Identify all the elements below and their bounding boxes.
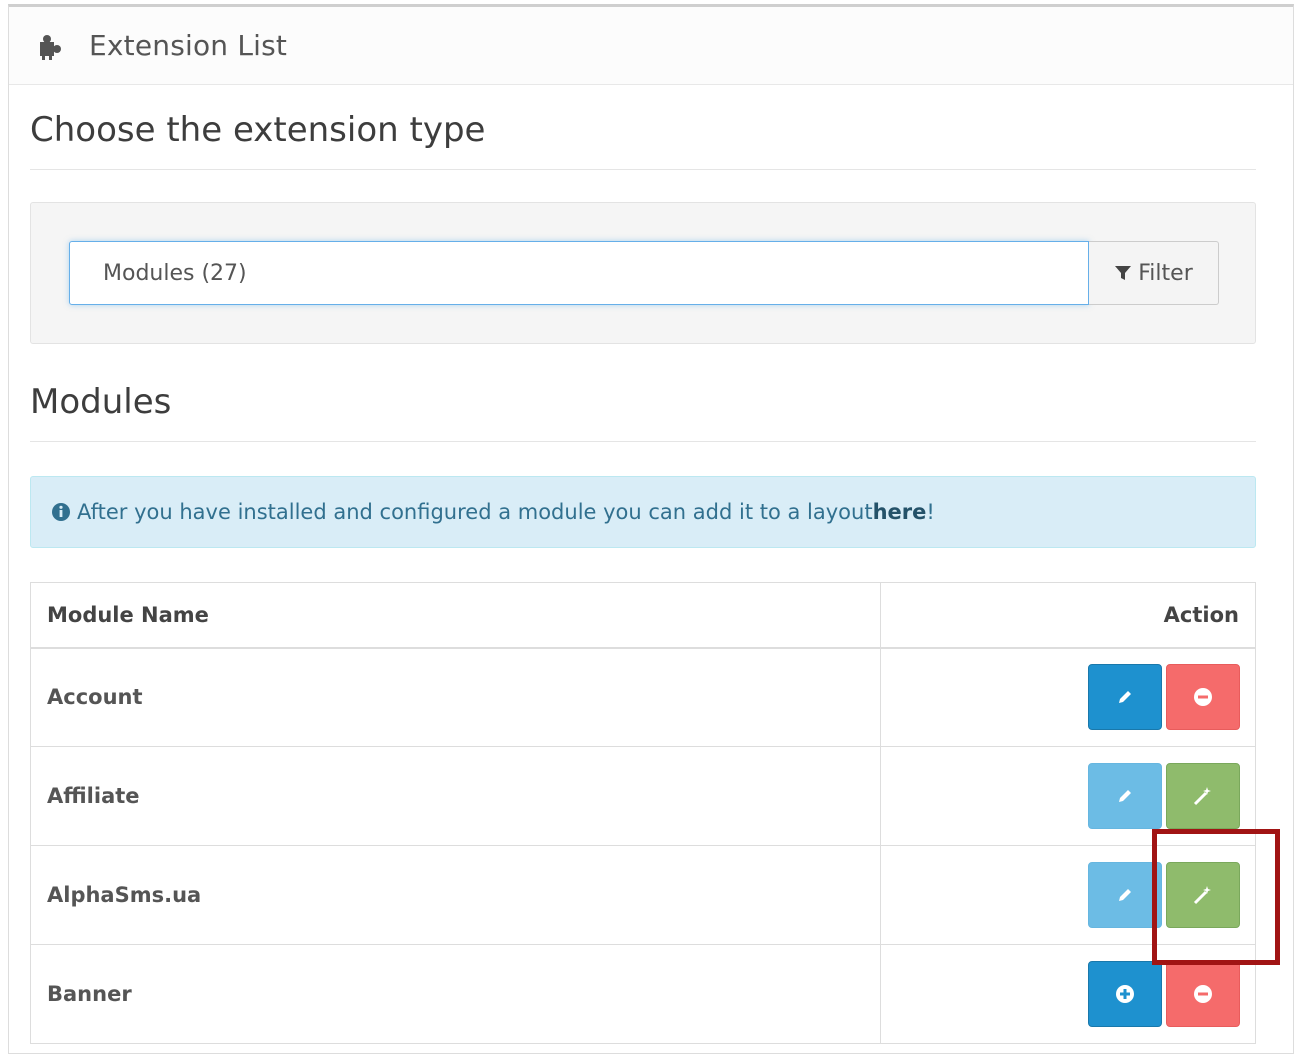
edit-button[interactable] [1088, 664, 1162, 731]
section-heading: Modules [30, 382, 1256, 442]
panel-title: Extension List [89, 29, 288, 62]
column-header-module-name[interactable]: Module Name [30, 582, 881, 649]
info-alert: After you have installed and configured … [30, 476, 1256, 548]
pencil-icon [1119, 691, 1131, 704]
row-actions [880, 647, 1256, 747]
table-header-row: Module Name Action [30, 582, 1256, 649]
panel-heading: Extension List [9, 7, 1293, 85]
plus-circle-icon [1116, 985, 1134, 1003]
table-row: AlphaSms.ua [30, 845, 1256, 945]
module-name: AlphaSms.ua [30, 845, 881, 945]
filter-button[interactable]: Filter [1089, 241, 1219, 305]
filter-button-label: Filter [1138, 260, 1193, 286]
extension-type-select[interactable]: Modules (27) [69, 241, 1089, 305]
pencil-icon [1119, 889, 1131, 901]
table-row: Banner [30, 944, 1256, 1044]
add-button[interactable] [1088, 961, 1162, 1027]
modules-table: Module Name Action Account Affiliate Alp… [30, 582, 1256, 1044]
table-row: Account [30, 647, 1256, 747]
uninstall-button[interactable] [1166, 664, 1240, 731]
page-heading: Choose the extension type [30, 110, 1256, 170]
alert-suffix: ! [926, 500, 935, 524]
module-name: Affiliate [30, 746, 881, 846]
filter-well: Modules (27) Filter [30, 202, 1256, 344]
alert-text: After you have installed and configured … [77, 500, 873, 524]
edit-button-disabled [1088, 763, 1162, 829]
minus-circle-icon [1194, 985, 1212, 1003]
module-name: Banner [30, 944, 881, 1044]
install-button[interactable] [1166, 763, 1240, 829]
pencil-icon [1119, 790, 1131, 802]
column-header-action: Action [880, 582, 1256, 649]
layout-link[interactable]: here [873, 500, 927, 524]
uninstall-button[interactable] [1166, 961, 1240, 1027]
magic-wand-icon [1193, 787, 1211, 806]
info-circle-icon [52, 503, 70, 521]
table-row: Affiliate [30, 746, 1256, 846]
highlight-box [1152, 829, 1280, 965]
minus-circle-icon [1194, 688, 1212, 707]
filter-icon [1115, 266, 1132, 280]
edit-button-disabled [1088, 862, 1162, 928]
puzzle-icon [37, 31, 67, 61]
module-name: Account [30, 647, 881, 747]
